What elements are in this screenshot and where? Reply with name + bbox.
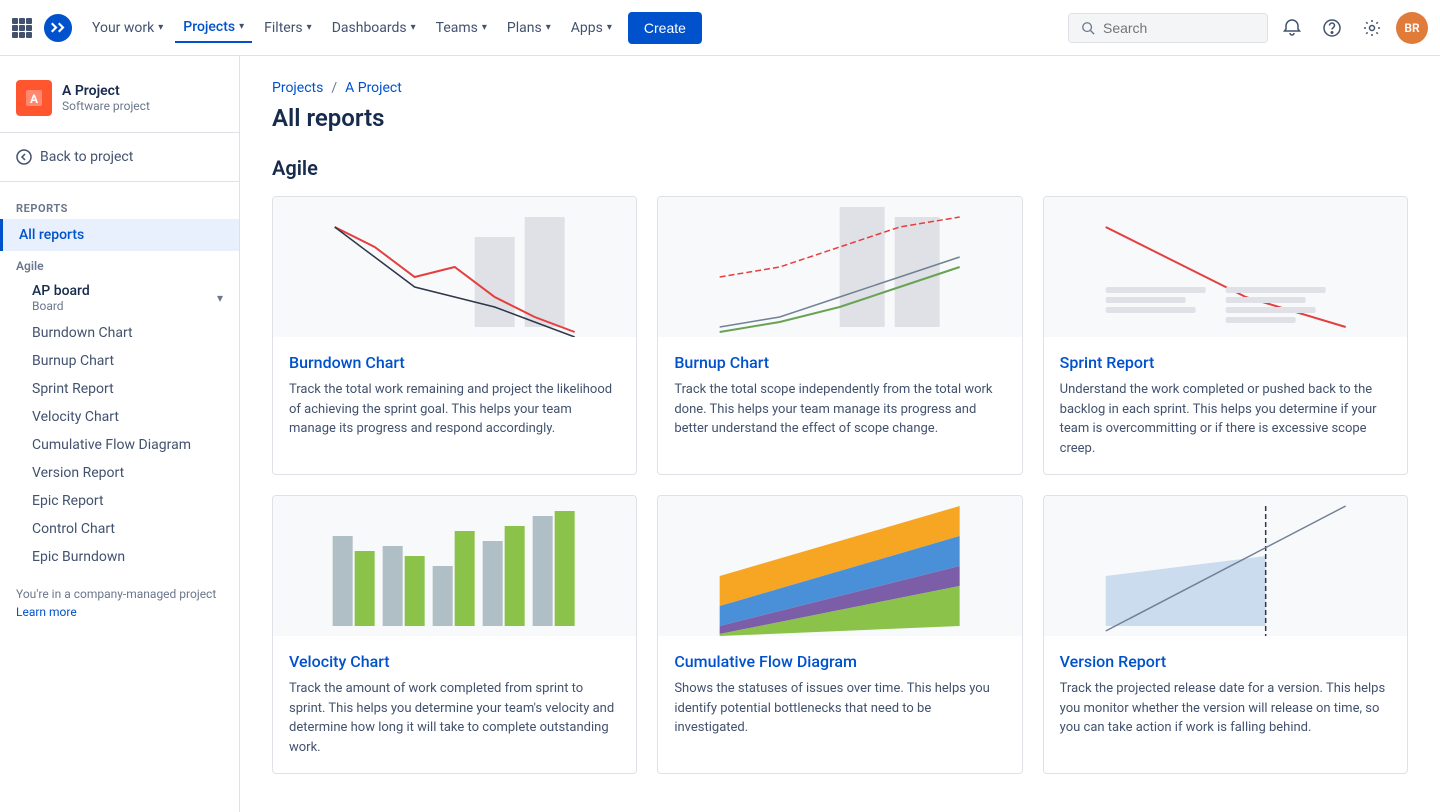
nav-dashboards[interactable]: Dashboards ▾	[324, 14, 424, 42]
chevron-down-icon: ▾	[239, 21, 244, 32]
settings-button[interactable]	[1356, 12, 1388, 44]
nav-projects[interactable]: Projects ▾	[175, 13, 252, 43]
main-content: Projects / A Project All reports Agile	[240, 56, 1440, 812]
search-input[interactable]	[1103, 20, 1255, 36]
nav-teams[interactable]: Teams ▾	[428, 14, 495, 42]
chevron-down-icon: ▾	[607, 22, 612, 33]
burnup-desc: Track the total scope independently from…	[674, 380, 1005, 439]
nav-plans[interactable]: Plans ▾	[499, 14, 559, 42]
search-icon	[1081, 20, 1095, 36]
board-sub-items: Burndown Chart Burnup Chart Sprint Repor…	[0, 319, 239, 571]
breadcrumb-project[interactable]: A Project	[345, 80, 402, 96]
breadcrumb: Projects / A Project	[272, 80, 1408, 96]
project-name: A Project	[62, 83, 150, 99]
sidebar-item-cfd[interactable]: Cumulative Flow Diagram	[32, 431, 223, 459]
burnup-chart	[658, 197, 1021, 337]
app-grid-icon[interactable]	[12, 18, 32, 38]
report-card-sprint[interactable]: Sprint Report Understand the work comple…	[1043, 196, 1408, 475]
jira-logo[interactable]	[44, 14, 72, 42]
sidebar-item-epic-burndown[interactable]: Epic Burndown	[32, 543, 223, 571]
project-icon: A	[16, 80, 52, 116]
project-header: A A Project Software project	[0, 72, 239, 124]
back-to-project-button[interactable]: Back to project	[0, 141, 239, 173]
chevron-down-icon: ▾	[158, 22, 163, 33]
report-card-velocity[interactable]: Velocity Chart Track the amount of work …	[272, 495, 637, 774]
reports-section-label: Reports	[0, 190, 239, 219]
top-navigation: Your work ▾ Projects ▾ Filters ▾ Dashboa…	[0, 0, 1440, 56]
velocity-name[interactable]: Velocity Chart	[289, 652, 620, 671]
chevron-icon: ▾	[217, 291, 223, 305]
create-button[interactable]: Create	[628, 12, 702, 44]
velocity-desc: Track the amount of work completed from …	[289, 679, 620, 757]
chevron-down-icon: ▾	[411, 22, 416, 33]
chevron-down-icon: ▾	[482, 22, 487, 33]
help-button[interactable]	[1316, 12, 1348, 44]
project-type: Software project	[62, 99, 150, 113]
version-chart	[1044, 496, 1407, 636]
chevron-down-icon: ▾	[307, 22, 312, 33]
sprint-chart	[1044, 197, 1407, 337]
breadcrumb-projects[interactable]: Projects	[272, 80, 323, 96]
velocity-chart	[273, 496, 636, 636]
cfd-name[interactable]: Cumulative Flow Diagram	[674, 652, 1005, 671]
burnup-name[interactable]: Burnup Chart	[674, 353, 1005, 372]
burndown-desc: Track the total work remaining and proje…	[289, 380, 620, 439]
svg-text:A: A	[30, 92, 39, 106]
burndown-chart	[273, 197, 636, 337]
cfd-chart	[658, 496, 1021, 636]
app-layout: A A Project Software project Back to pro…	[0, 56, 1440, 812]
report-card-version[interactable]: Version Report Track the projected relea…	[1043, 495, 1408, 774]
sidebar-item-control[interactable]: Control Chart	[32, 515, 223, 543]
version-name[interactable]: Version Report	[1060, 652, 1391, 671]
learn-more-link[interactable]: Learn more	[16, 605, 223, 619]
notifications-button[interactable]	[1276, 12, 1308, 44]
nav-apps[interactable]: Apps ▾	[563, 14, 620, 42]
sidebar-item-velocity[interactable]: Velocity Chart	[32, 403, 223, 431]
user-avatar[interactable]: BR	[1396, 12, 1428, 44]
sidebar-item-burndown[interactable]: Burndown Chart	[32, 319, 223, 347]
sidebar-item-all-reports[interactable]: All reports	[0, 219, 239, 251]
sidebar-item-epic[interactable]: Epic Report	[32, 487, 223, 515]
sidebar-item-version[interactable]: Version Report	[32, 459, 223, 487]
search-bar[interactable]	[1068, 13, 1268, 43]
page-title: All reports	[272, 104, 1408, 132]
report-card-cfd[interactable]: Cumulative Flow Diagram Shows the status…	[657, 495, 1022, 774]
nav-your-work[interactable]: Your work ▾	[84, 14, 171, 42]
sidebar-divider-1	[0, 132, 239, 133]
report-card-burndown[interactable]: Burndown Chart Track the total work rema…	[272, 196, 637, 475]
sidebar-board-item[interactable]: AP board Board ▾	[0, 277, 239, 319]
burndown-name[interactable]: Burndown Chart	[289, 353, 620, 372]
chevron-down-icon: ▾	[546, 22, 551, 33]
back-icon	[16, 149, 32, 165]
sidebar-footer: You're in a company-managed project Lear…	[0, 571, 239, 635]
agile-section-title: Agile	[272, 156, 1408, 180]
sprint-name[interactable]: Sprint Report	[1060, 353, 1391, 372]
agile-label: Agile	[0, 251, 239, 277]
sprint-desc: Understand the work completed or pushed …	[1060, 380, 1391, 458]
sidebar-item-sprint-report[interactable]: Sprint Report	[32, 375, 223, 403]
cfd-desc: Shows the statuses of issues over time. …	[674, 679, 1005, 738]
nav-right-section: BR	[1068, 12, 1428, 44]
sidebar-divider-2	[0, 181, 239, 182]
sidebar: A A Project Software project Back to pro…	[0, 56, 240, 812]
sidebar-item-burnup[interactable]: Burnup Chart	[32, 347, 223, 375]
nav-filters[interactable]: Filters ▾	[256, 14, 320, 42]
report-card-burnup[interactable]: Burnup Chart Track the total scope indep…	[657, 196, 1022, 475]
reports-grid: Burndown Chart Track the total work rema…	[272, 196, 1408, 774]
version-desc: Track the projected release date for a v…	[1060, 679, 1391, 738]
